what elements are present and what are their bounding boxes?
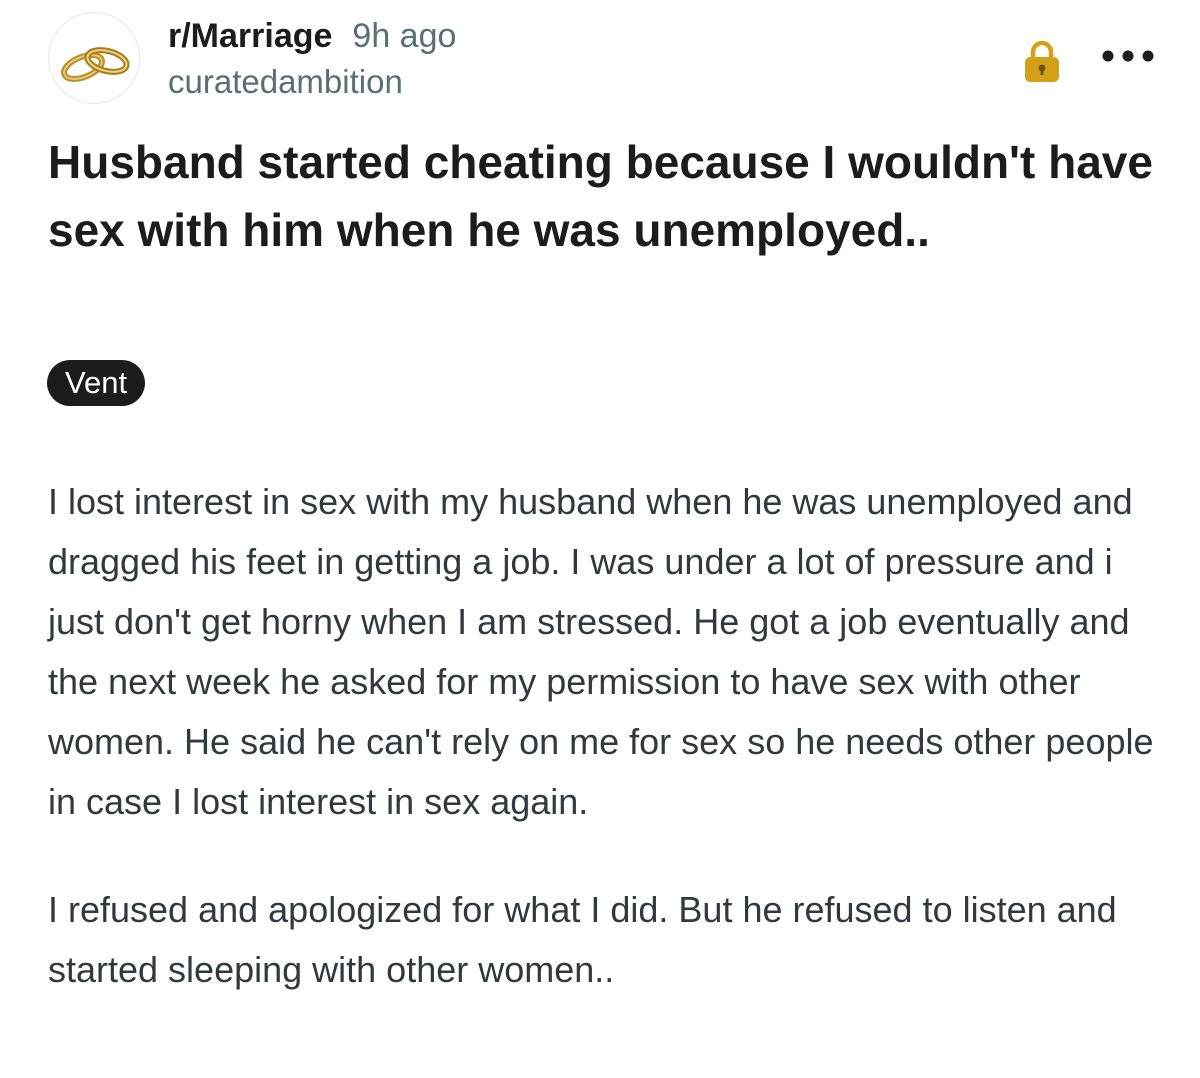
post-header: r/Marriage 9h ago curatedambition xyxy=(48,10,1168,110)
post-flair[interactable]: Vent xyxy=(47,360,146,406)
subreddit-name[interactable]: r/Marriage xyxy=(168,17,332,55)
wedding-rings-icon xyxy=(61,47,130,82)
post-time: 9h ago xyxy=(352,17,457,55)
post-body: I lost interest in sex with my husband w… xyxy=(48,472,1168,1048)
post-title[interactable]: Husband started cheating because I would… xyxy=(48,128,1158,264)
subreddit-avatar[interactable] xyxy=(48,12,140,104)
meta-line: r/Marriage 9h ago xyxy=(168,14,456,58)
lock-icon xyxy=(1025,40,1059,82)
more-options-icon[interactable] xyxy=(1100,48,1156,64)
author-name[interactable]: curatedambition xyxy=(168,60,456,104)
body-paragraph: I lost interest in sex with my husband w… xyxy=(48,481,1154,822)
post-meta: r/Marriage 9h ago curatedambition xyxy=(168,14,456,104)
body-paragraph: I refused and apologized for what I did.… xyxy=(48,889,1117,990)
